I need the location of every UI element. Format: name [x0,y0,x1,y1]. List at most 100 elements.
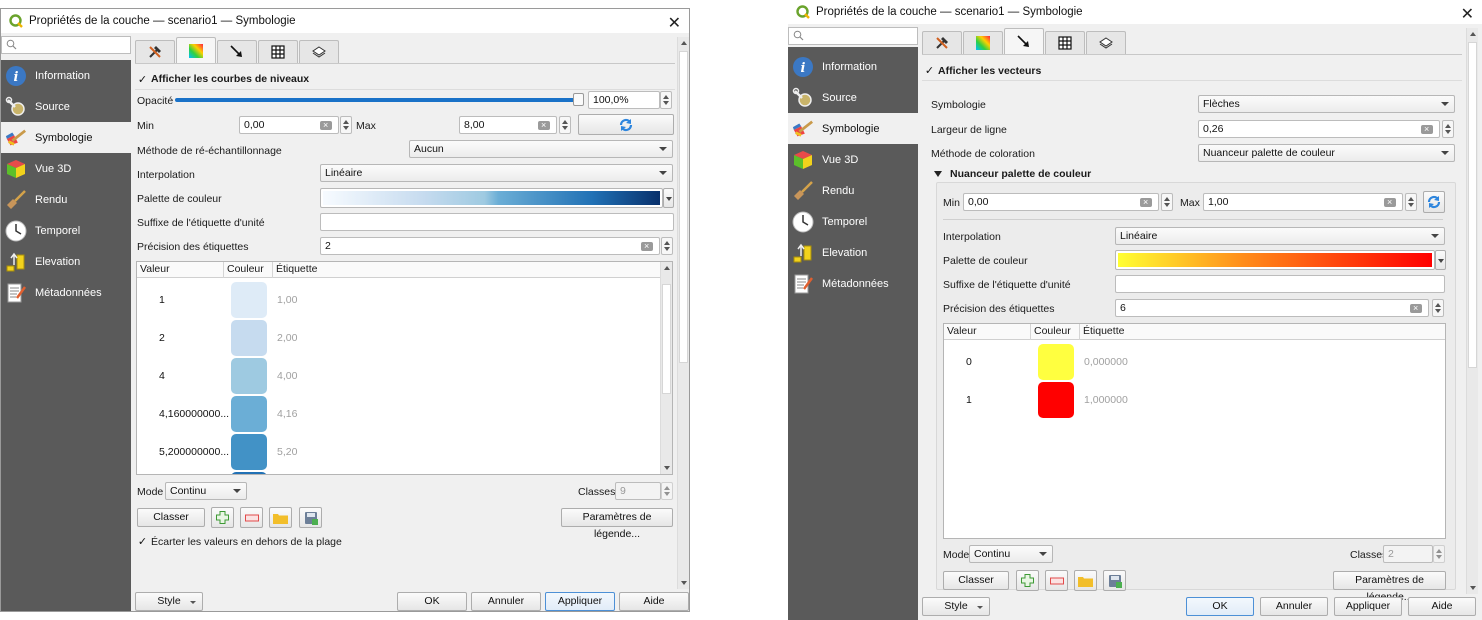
row-label[interactable]: 1,00 [277,294,297,306]
interpolation-combo[interactable]: Linéaire [1115,227,1445,245]
scrollbar-thumb[interactable] [1468,42,1477,368]
row-label[interactable]: 5,20 [277,446,297,458]
sidebar-item-elevation[interactable]: Elevation [788,237,918,268]
load-colormap-button[interactable] [269,507,292,528]
opacity-value-field[interactable]: 100,0% [588,91,660,109]
scroll-up-icon[interactable] [664,266,670,270]
remove-class-button[interactable] [240,507,263,528]
color-shader-group-title[interactable]: Nuanceur palette de couleur [950,168,1091,180]
scrollbar-thumb[interactable] [662,284,671,394]
classify-button[interactable]: Classer [943,571,1009,590]
style-button[interactable]: Style [135,592,203,611]
table-row[interactable]: 1 1,00 [137,281,672,319]
refresh-minmax-button[interactable] [1423,191,1445,213]
sidebar-item-symbology[interactable]: Symbologie [1,122,131,153]
sidebar-item-information[interactable]: i Information [788,51,918,82]
clear-icon[interactable] [1384,194,1396,210]
sidebar-item-symbology[interactable]: Symbologie [788,113,918,144]
unit-suffix-field[interactable] [320,213,674,231]
min-spinner[interactable] [340,116,352,134]
row-label[interactable]: 4,16 [277,408,297,420]
table-row[interactable]: 0 0,000000 [944,343,1445,381]
tab-layers[interactable] [1086,31,1126,54]
help-button[interactable]: Aide [1408,597,1476,616]
tab-general[interactable] [135,40,175,63]
sidebar-item-3d-view[interactable]: Vue 3D [1,153,131,184]
sidebar-item-elevation[interactable]: Elevation [1,246,131,277]
load-colormap-button[interactable] [1074,570,1097,591]
color-swatch[interactable] [1038,344,1074,380]
refresh-minmax-button[interactable] [578,114,674,135]
max-field[interactable]: 1,00 [1203,193,1403,211]
clear-icon[interactable] [320,117,332,133]
color-swatch[interactable] [1038,382,1074,418]
precision-field[interactable]: 2 [320,237,660,255]
line-width-field[interactable]: 0,26 [1198,120,1440,138]
coloring-method-combo[interactable]: Nuanceur palette de couleur [1198,144,1455,162]
symbology-combo[interactable]: Flèches [1198,95,1455,113]
search-input[interactable] [788,27,918,45]
opacity-slider-handle[interactable] [573,93,584,106]
add-class-button[interactable] [1016,570,1039,591]
add-class-button[interactable] [211,507,234,528]
row-value[interactable]: 2 [159,332,165,344]
color-ramp-button[interactable] [1115,250,1435,270]
tab-general[interactable] [922,31,962,54]
table-scrollbar[interactable] [660,262,672,474]
scroll-down-icon[interactable] [681,581,687,585]
sidebar-item-rendering[interactable]: Rendu [788,175,918,206]
classes-field[interactable]: 9 [615,482,661,500]
max-spinner[interactable] [559,116,571,134]
row-value[interactable]: 5,200000000... [159,446,229,458]
panel-scrollbar[interactable] [1466,28,1478,594]
table-row[interactable]: 1 1,000000 [944,381,1445,419]
help-button[interactable]: Aide [619,592,689,611]
ok-button[interactable]: OK [397,592,467,611]
scrollbar-thumb[interactable] [679,51,688,363]
tab-contours[interactable] [176,37,216,63]
color-swatch[interactable] [231,320,267,356]
search-input[interactable] [1,36,131,54]
line-width-spinner[interactable] [1442,120,1454,138]
tab-vectors[interactable] [217,40,257,63]
sidebar-item-temporal[interactable]: Temporel [788,206,918,237]
unit-suffix-field[interactable] [1115,275,1445,293]
color-swatch[interactable] [231,282,267,318]
column-header-label[interactable]: Étiquette [1083,325,1124,337]
color-swatch[interactable] [231,358,267,394]
row-label[interactable]: 1,000000 [1084,394,1128,406]
row-value[interactable]: 1 [966,394,972,406]
sidebar-item-information[interactable]: i Information [1,60,131,91]
table-row[interactable]: 4 4,00 [137,357,672,395]
color-swatch[interactable] [231,434,267,470]
color-ramp-button[interactable] [320,188,663,208]
cancel-button[interactable]: Annuler [471,592,541,611]
apply-button[interactable]: Appliquer [1334,597,1402,616]
row-value[interactable]: 0 [966,356,972,368]
row-label[interactable]: 0,000000 [1084,356,1128,368]
tab-vectors[interactable] [1004,28,1044,54]
table-row[interactable]: 5,200000000... 5,20 [137,433,672,471]
tab-mesh[interactable] [258,40,298,63]
precision-spinner[interactable] [1432,299,1444,317]
mode-combo[interactable]: Continu [165,482,247,500]
column-header-value[interactable]: Valeur [140,263,170,275]
clip-out-of-range-checkbox[interactable]: ✓ [137,536,148,548]
table-row[interactable]: 4,160000000... 4,16 [137,395,672,433]
row-value[interactable]: 4 [159,370,165,382]
column-header-color[interactable]: Couleur [227,263,264,275]
tab-contours[interactable] [963,31,1003,54]
column-header-label[interactable]: Étiquette [276,263,317,275]
show-contours-checkbox[interactable]: ✓ [137,74,148,86]
mode-combo[interactable]: Continu [969,545,1053,563]
classes-spinner[interactable] [661,482,673,500]
min-field[interactable]: 0,00 [239,116,339,134]
clear-icon[interactable] [1421,121,1433,137]
sidebar-item-source[interactable]: Source [1,91,131,122]
max-spinner[interactable] [1405,193,1417,211]
row-value[interactable]: 1 [159,294,165,306]
apply-button[interactable]: Appliquer [545,592,615,611]
opacity-spinner[interactable] [660,91,672,109]
ok-button[interactable]: OK [1186,597,1254,616]
save-colormap-button[interactable] [299,507,322,528]
